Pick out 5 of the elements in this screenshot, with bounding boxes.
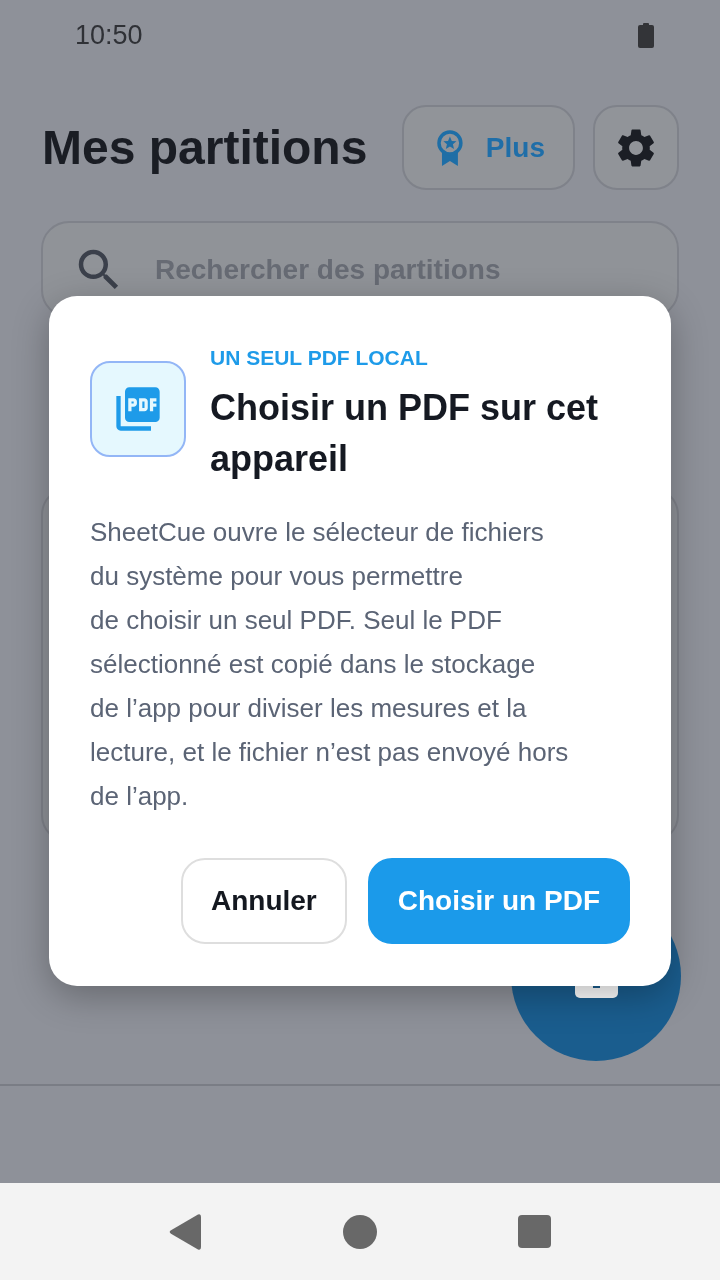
- status-time: 10:50: [75, 19, 143, 51]
- dialog-title: Choisir un PDF sur cet appareil: [210, 386, 600, 481]
- dialog-eyebrow: UN SEUL PDF LOCAL: [210, 346, 429, 370]
- page-title: Mes partitions: [42, 119, 369, 176]
- dialog-body: SheetCue ouvre le sélecteur de fichiers du système pour vous permettre de choisir un seul PDF. Seul le PDF sélectionné est copié dans le stockage de l’app pour diviser les mesures et la lecture, et le fichier n’est pas envoyé hors de l’app.: [90, 516, 570, 813]
